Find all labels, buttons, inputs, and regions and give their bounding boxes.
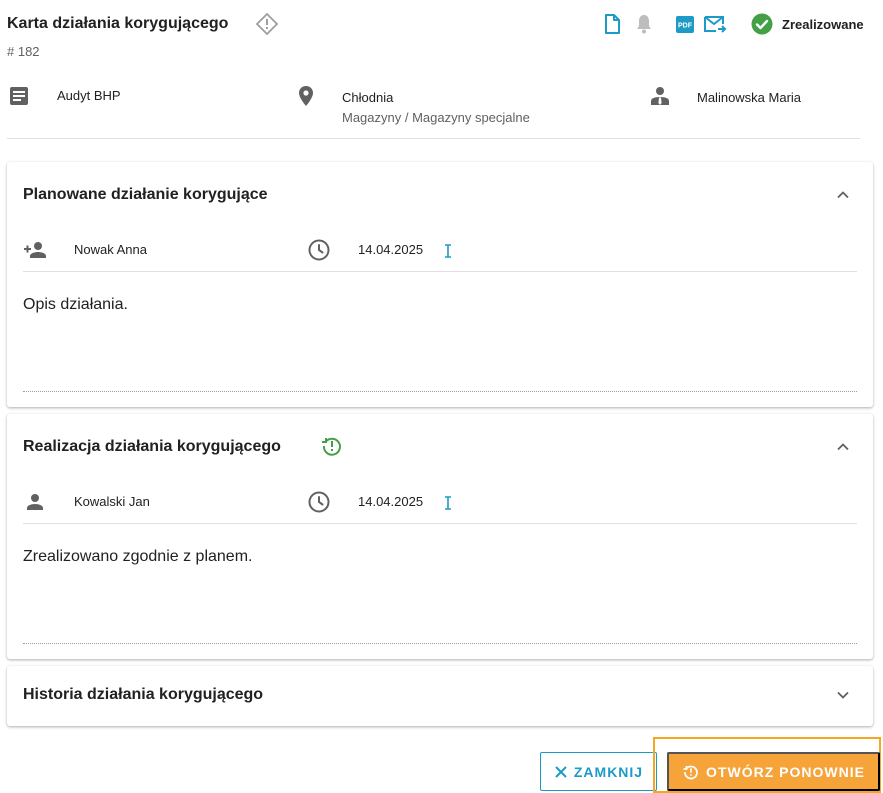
status-label: Zrealizowane — [782, 17, 864, 32]
close-button[interactable]: ZAMKNIJ — [540, 752, 657, 791]
clock-icon — [308, 239, 330, 261]
planned-assignee: Nowak Anna — [74, 242, 147, 257]
page-header: Karta działania korygującego # 182 PDF Z… — [0, 0, 883, 70]
realization-panel-title: Realizacja działania korygującego — [23, 438, 281, 455]
bell-icon[interactable] — [632, 12, 656, 36]
clock-icon — [308, 491, 330, 513]
reopen-button-label: OTWÓRZ PONOWNIE — [706, 763, 865, 780]
location-name: Chłodnia — [342, 90, 394, 105]
header-divider — [7, 138, 860, 139]
realization-panel: Realizacja działania korygującego Kowals… — [7, 414, 873, 659]
close-icon — [555, 765, 567, 778]
reopen-history-icon — [683, 765, 698, 779]
pdf-icon-label: PDF — [678, 23, 693, 30]
pdf-icon[interactable]: PDF — [673, 12, 697, 36]
reopen-button[interactable]: OTWÓRZ PONOWNIE — [667, 752, 880, 791]
form-icon — [10, 87, 28, 105]
email-forward-icon[interactable] — [703, 12, 727, 36]
text-cursor-icon — [445, 244, 451, 258]
planned-panel-title: Planowane działanie korygujące — [23, 186, 268, 203]
warning-diamond-icon — [255, 12, 279, 36]
location-path: Magazyny / Magazyny specjalne — [342, 110, 530, 125]
history-panel[interactable]: Historia działania korygującego — [7, 666, 873, 726]
realization-description-underline — [23, 643, 857, 644]
realization-assignee: Kowalski Jan — [74, 494, 150, 509]
meta-location: Chłodnia Magazyny / Magazyny specjalne — [294, 84, 594, 128]
person-add-icon — [24, 242, 46, 258]
planned-description[interactable]: Opis działania. — [23, 296, 128, 314]
realization-row-divider — [23, 523, 857, 524]
meta-source: Audyt BHP — [8, 84, 268, 128]
document-icon[interactable] — [600, 12, 624, 36]
status-check-icon — [751, 13, 773, 35]
manager-icon — [651, 87, 669, 105]
realization-description[interactable]: Zrealizowano zgodnie z planem. — [23, 548, 252, 566]
planned-description-underline — [23, 391, 857, 392]
text-cursor-icon — [445, 496, 451, 510]
history-panel-title: Historia działania korygującego — [23, 686, 264, 703]
history-alert-icon — [322, 437, 341, 456]
meta-responsible: Malinowska Maria — [648, 84, 873, 128]
planned-action-panel: Planowane działanie korygujące Nowak Ann… — [7, 162, 873, 407]
planned-row-divider — [23, 271, 857, 272]
planned-date: 14.04.2025 — [358, 242, 424, 257]
record-number: # 182 — [7, 44, 40, 59]
source-label: Audyt BHP — [57, 88, 121, 103]
chevron-up-icon[interactable] — [833, 437, 853, 457]
person-icon — [27, 494, 43, 510]
chevron-up-icon[interactable] — [833, 185, 853, 205]
realization-date: 14.04.2025 — [358, 494, 424, 509]
page-title: Karta działania korygującego — [7, 15, 229, 32]
chevron-down-icon[interactable] — [833, 685, 853, 705]
responsible-name: Malinowska Maria — [697, 90, 802, 105]
close-button-label: ZAMKNIJ — [573, 763, 644, 780]
location-pin-icon — [299, 86, 313, 106]
